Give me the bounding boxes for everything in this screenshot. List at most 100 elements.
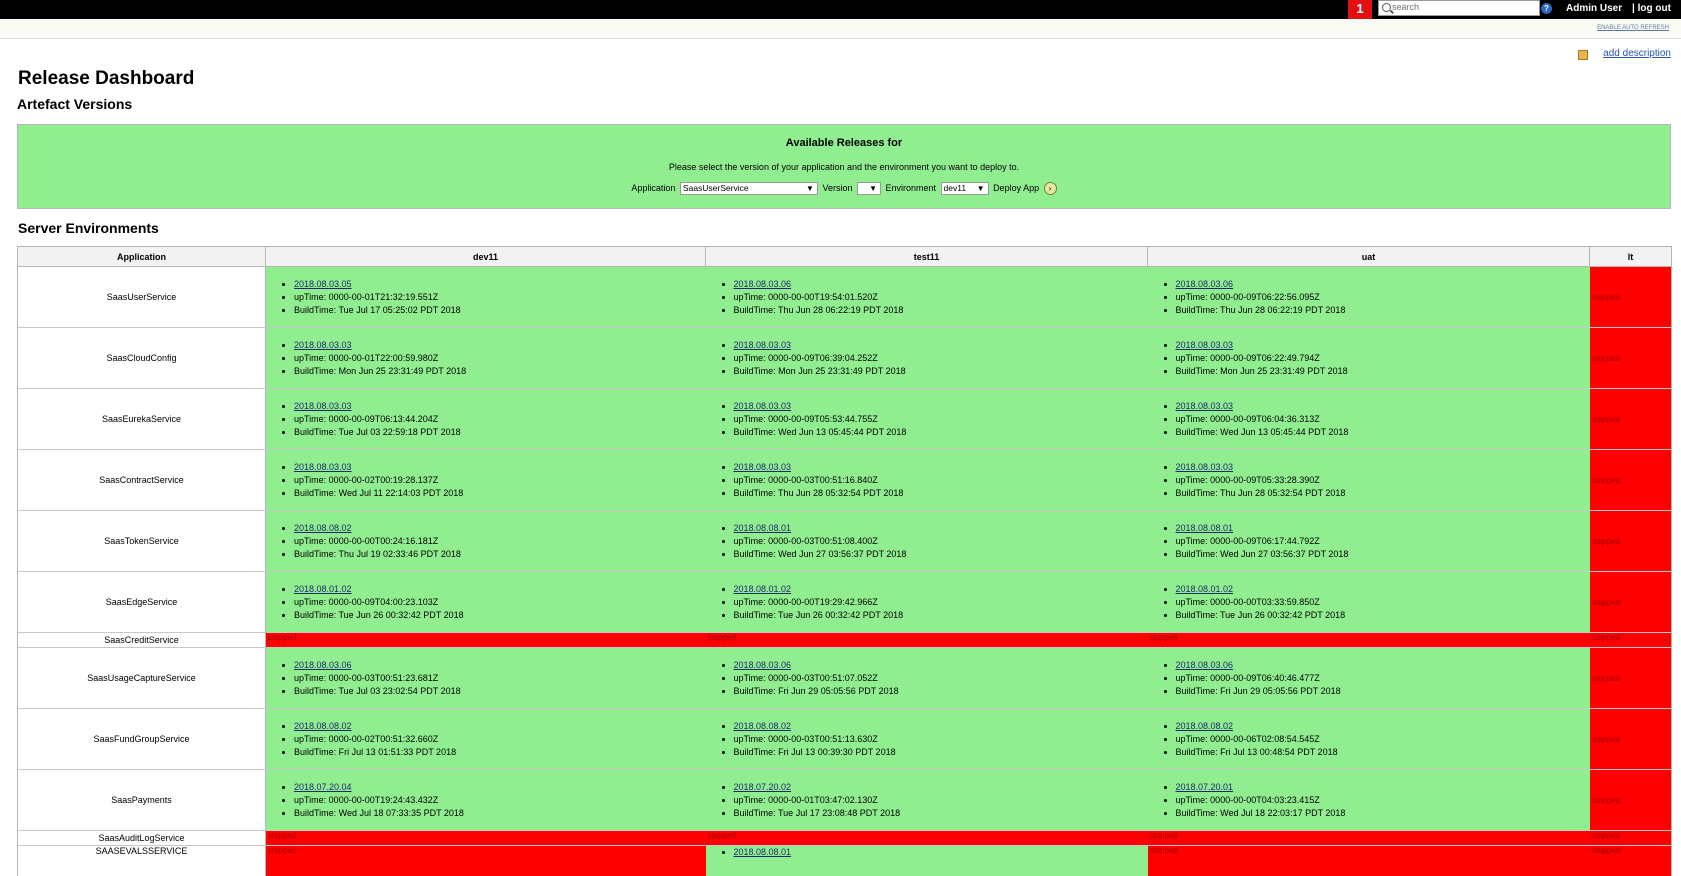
env-cell-test11: 2018.08.08.01 upTime: 0000-00-03T00:51:08… bbox=[705, 510, 1148, 572]
release-info-list: 2018.08.03.06 upTime: 0000-00-09T06:40:46… bbox=[1148, 659, 1590, 698]
env-cell-test11: 2018.08.03.03 upTime: 0000-00-03T00:51:16… bbox=[705, 449, 1148, 511]
version-link[interactable]: 2018.08.08.01 bbox=[1176, 523, 1234, 533]
env-cell-stopped: stopped bbox=[1147, 845, 1590, 876]
uptime-text: upTime: 0000-00-09T06:04:36.313Z bbox=[1176, 413, 1590, 426]
list-item: 2018.08.01.02 bbox=[734, 583, 1148, 596]
env-cell-test11: 2018.08.03.03 upTime: 0000-00-09T06:39:04… bbox=[705, 327, 1148, 389]
table-row: SaasTokenService 2018.08.08.02 upTime: 000… bbox=[17, 510, 1672, 572]
env-cell-stopped: stopped bbox=[265, 830, 706, 846]
version-link[interactable]: 2018.08.08.01 bbox=[734, 847, 792, 857]
uptime-text: upTime: 0000-00-02T00:51:32.660Z bbox=[294, 733, 706, 746]
uptime-text: upTime: 0000-00-00T03:33:59.850Z bbox=[1176, 596, 1590, 609]
deploy-go-icon[interactable]: › bbox=[1043, 182, 1057, 195]
table-row: SaasFundGroupService 2018.08.08.02 upTime:… bbox=[17, 708, 1672, 770]
version-link[interactable]: 2018.08.03.03 bbox=[294, 401, 352, 411]
release-info-list: 2018.08.03.06 upTime: 0000-00-03T00:51:23… bbox=[266, 659, 706, 698]
version-link[interactable]: 2018.08.03.03 bbox=[294, 340, 352, 350]
env-cell-stopped: stopped bbox=[1147, 632, 1590, 648]
version-link[interactable]: 2018.07.20.01 bbox=[1176, 782, 1234, 792]
uptime-text: upTime: 0000-00-06T02:08:54.545Z bbox=[1176, 733, 1590, 746]
version-link[interactable]: 2018.08.03.03 bbox=[1176, 340, 1234, 350]
list-item: 2018.08.08.01 bbox=[734, 846, 1148, 859]
release-info-list: 2018.08.08.02 upTime: 0000-00-03T00:51:13… bbox=[706, 720, 1148, 759]
list-item: 2018.08.03.03 bbox=[734, 461, 1148, 474]
buildtime-text: BuildTime: Wed Jul 18 07:33:35 PDT 2018 bbox=[294, 807, 706, 820]
list-item: 2018.08.08.01 bbox=[734, 522, 1148, 535]
list-item: 2018.08.03.03 bbox=[294, 400, 706, 413]
version-link[interactable]: 2018.08.08.02 bbox=[734, 721, 792, 731]
buildtime-text: BuildTime: Fri Jun 29 05:05:56 PDT 2018 bbox=[1176, 685, 1590, 698]
version-link[interactable]: 2018.08.03.03 bbox=[1176, 462, 1234, 472]
app-name-cell: SaasPayments bbox=[17, 769, 266, 831]
notification-badge[interactable]: 1 bbox=[1348, 0, 1372, 19]
version-link[interactable]: 2018.08.08.02 bbox=[294, 523, 352, 533]
version-link[interactable]: 2018.08.03.05 bbox=[294, 279, 352, 289]
env-cell-lt-stopped: stopped bbox=[1589, 388, 1672, 450]
search-box[interactable] bbox=[1378, 0, 1540, 16]
page-title: Release Dashboard bbox=[18, 68, 195, 89]
uptime-text: upTime: 0000-00-00T00:24:16.181Z bbox=[294, 535, 706, 548]
release-info-list: 2018.08.01.02 upTime: 0000-00-00T19:29:42… bbox=[706, 583, 1148, 622]
release-info-list: 2018.08.03.03 upTime: 0000-00-02T00:19:28… bbox=[266, 461, 706, 500]
logout-link[interactable]: | log out bbox=[1632, 3, 1671, 14]
app-name-cell: SaasFundGroupService bbox=[17, 708, 266, 770]
version-link[interactable]: 2018.08.03.03 bbox=[734, 462, 792, 472]
release-info-list: 2018.08.01.02 upTime: 0000-00-09T04:00:23… bbox=[266, 583, 706, 622]
version-link[interactable]: 2018.08.03.03 bbox=[294, 462, 352, 472]
list-item: 2018.08.03.03 bbox=[1176, 400, 1590, 413]
app-name-cell: SaasAuditLogService bbox=[17, 830, 266, 846]
version-link[interactable]: 2018.08.01.02 bbox=[734, 584, 792, 594]
buildtime-text: BuildTime: Thu Jul 19 02:33:46 PDT 2018 bbox=[294, 548, 706, 561]
environment-select-value: dev11 bbox=[943, 183, 967, 193]
version-link[interactable]: 2018.08.08.02 bbox=[1176, 721, 1234, 731]
buildtime-text: BuildTime: Fri Jul 13 01:51:33 PDT 2018 bbox=[294, 746, 706, 759]
environments-table: Application dev11 test11 uat lt SaasUser… bbox=[17, 246, 1672, 876]
version-link[interactable]: 2018.08.03.03 bbox=[1176, 401, 1234, 411]
version-link[interactable]: 2018.08.03.06 bbox=[1176, 660, 1234, 670]
version-link[interactable]: 2018.08.03.06 bbox=[1176, 279, 1234, 289]
env-cell-lt-stopped: stopped bbox=[1589, 327, 1672, 389]
env-cell-dev11: 2018.07.20.04 upTime: 0000-00-00T19:24:43… bbox=[265, 769, 706, 831]
auto-refresh-link[interactable]: ENABLE AUTO REFRESH bbox=[1597, 25, 1669, 31]
buildtime-text: BuildTime: Wed Jun 13 05:45:44 PDT 2018 bbox=[734, 426, 1148, 439]
version-link[interactable]: 2018.08.03.03 bbox=[734, 340, 792, 350]
version-link[interactable]: 2018.08.03.06 bbox=[734, 279, 792, 289]
release-info-list: 2018.08.03.03 upTime: 0000-00-03T00:51:16… bbox=[706, 461, 1148, 500]
uptime-text: upTime: 0000-00-09T05:33:28.390Z bbox=[1176, 474, 1590, 487]
version-link[interactable]: 2018.08.03.03 bbox=[734, 401, 792, 411]
version-link[interactable]: 2018.08.03.06 bbox=[294, 660, 352, 670]
release-info-list: 2018.07.20.04 upTime: 0000-00-00T19:24:43… bbox=[266, 781, 706, 820]
env-cell-dev11: 2018.08.08.02 upTime: 0000-00-00T00:24:16… bbox=[265, 510, 706, 572]
buildtime-text: BuildTime: Thu Jun 28 05:32:54 PDT 2018 bbox=[1176, 487, 1590, 500]
version-link[interactable]: 2018.08.08.02 bbox=[294, 721, 352, 731]
version-link[interactable]: 2018.08.01.02 bbox=[294, 584, 352, 594]
version-link[interactable]: 2018.08.08.01 bbox=[734, 523, 792, 533]
version-select[interactable]: ▼ bbox=[856, 182, 881, 195]
uptime-text: upTime: 0000-00-09T04:00:23.103Z bbox=[294, 596, 706, 609]
environment-select[interactable]: dev11 ▼ bbox=[940, 182, 989, 195]
column-header: dev11 bbox=[265, 246, 706, 267]
env-cell-lt-stopped: stopped bbox=[1589, 708, 1672, 770]
search-input[interactable] bbox=[1392, 1, 1536, 13]
table-row: SaasContractService 2018.08.03.03 upTime: … bbox=[17, 449, 1672, 511]
version-link[interactable]: 2018.08.03.06 bbox=[734, 660, 792, 670]
app-name-cell: SaasTokenService bbox=[17, 510, 266, 572]
list-item: 2018.08.03.03 bbox=[1176, 461, 1590, 474]
release-info-list: 2018.08.03.05 upTime: 0000-00-01T21:32:19… bbox=[266, 278, 706, 317]
version-link[interactable]: 2018.08.01.02 bbox=[1176, 584, 1234, 594]
list-item: 2018.08.03.03 bbox=[1176, 339, 1590, 352]
help-icon[interactable]: ? bbox=[1541, 3, 1552, 14]
buildtime-text: BuildTime: Wed Jun 27 03:56:37 PDT 2018 bbox=[1176, 548, 1590, 561]
env-cell-lt-stopped: stopped bbox=[1589, 266, 1672, 328]
add-description-link[interactable]: add description bbox=[1603, 48, 1671, 59]
app-name-cell: SAASEVALSSERVICE bbox=[17, 845, 266, 876]
release-info-list: 2018.08.01.02 upTime: 0000-00-00T03:33:59… bbox=[1148, 583, 1590, 622]
version-link[interactable]: 2018.07.20.02 bbox=[734, 782, 792, 792]
version-link[interactable]: 2018.07.20.04 bbox=[294, 782, 352, 792]
release-info-list: 2018.08.03.03 upTime: 0000-00-09T06:04:36… bbox=[1148, 400, 1590, 439]
list-item: 2018.08.03.03 bbox=[734, 339, 1148, 352]
application-select[interactable]: SaasUserService ▼ bbox=[679, 182, 818, 195]
user-name-link[interactable]: Admin User bbox=[1566, 3, 1622, 14]
release-panel-description: Please select the version of your applic… bbox=[668, 162, 1020, 172]
list-item: 2018.08.08.01 bbox=[1176, 522, 1590, 535]
